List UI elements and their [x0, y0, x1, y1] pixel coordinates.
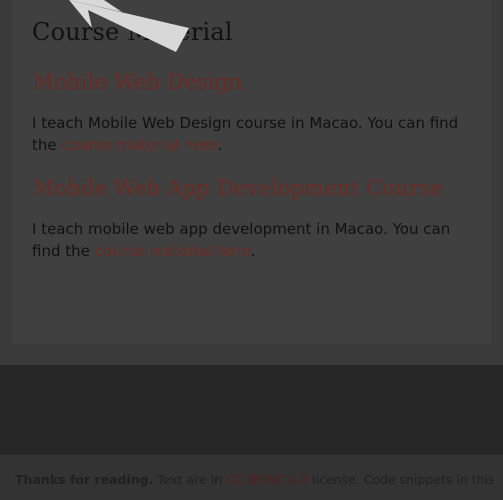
course-description-mobile-web-app: I teach mobile web app development in Ma… [32, 220, 451, 260]
course-description-mobile-web-design: I teach Mobile Web Design course in Maca… [32, 114, 459, 154]
course-heading-mobile-web-design: Mobile Web Design [32, 70, 242, 94]
footer-dark-area [0, 365, 503, 455]
course-heading-mobile-web-app: Mobile Web App Development Course [32, 176, 443, 200]
license-link[interactable]: CC BY-NC 4.0 [226, 472, 308, 487]
footer-license-text: Thanks for reading. Text are in CC BY-NC… [15, 472, 493, 487]
arrow-up-left-icon [69, 0, 189, 52]
course-material-link[interactable]: course material here [61, 136, 217, 154]
course-material-link[interactable]: course material here [95, 242, 251, 260]
